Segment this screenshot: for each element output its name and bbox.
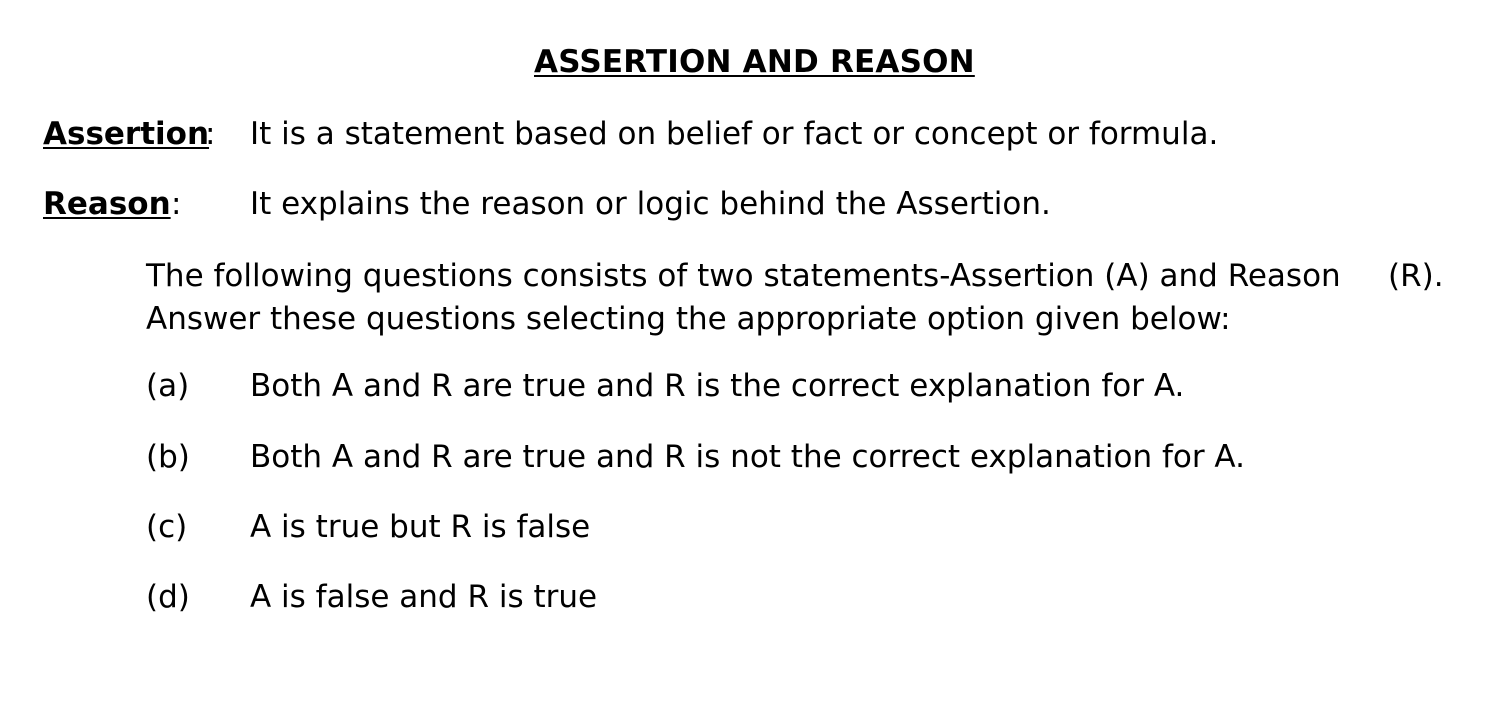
instructions-line-2: Answer these questions selecting the app… xyxy=(146,301,1231,337)
definition-text: It is a statement based on belief or fac… xyxy=(250,116,1219,152)
option-text: Both A and R are true and R is not the c… xyxy=(250,439,1245,475)
definition-term: Reason xyxy=(43,186,171,222)
instructions-line-1: The following questions consists of two … xyxy=(146,258,1341,294)
option-text: A is true but R is false xyxy=(250,509,591,545)
option-text: A is false and R is true xyxy=(250,579,598,615)
option-letter: (a) xyxy=(146,368,190,404)
option-letter: (d) xyxy=(146,579,190,615)
option-text: Both A and R are true and R is the corre… xyxy=(250,368,1185,404)
definition-colon: : xyxy=(205,116,216,152)
definition-term: Assertion xyxy=(43,116,210,152)
option-letter: (c) xyxy=(146,509,188,545)
instructions-line-1-end: (R). xyxy=(1388,258,1444,294)
option-letter: (b) xyxy=(146,439,190,475)
definition-colon: : xyxy=(171,186,182,222)
page-title: ASSERTION AND REASON xyxy=(534,44,975,80)
definition-text: It explains the reason or logic behind t… xyxy=(250,186,1051,222)
